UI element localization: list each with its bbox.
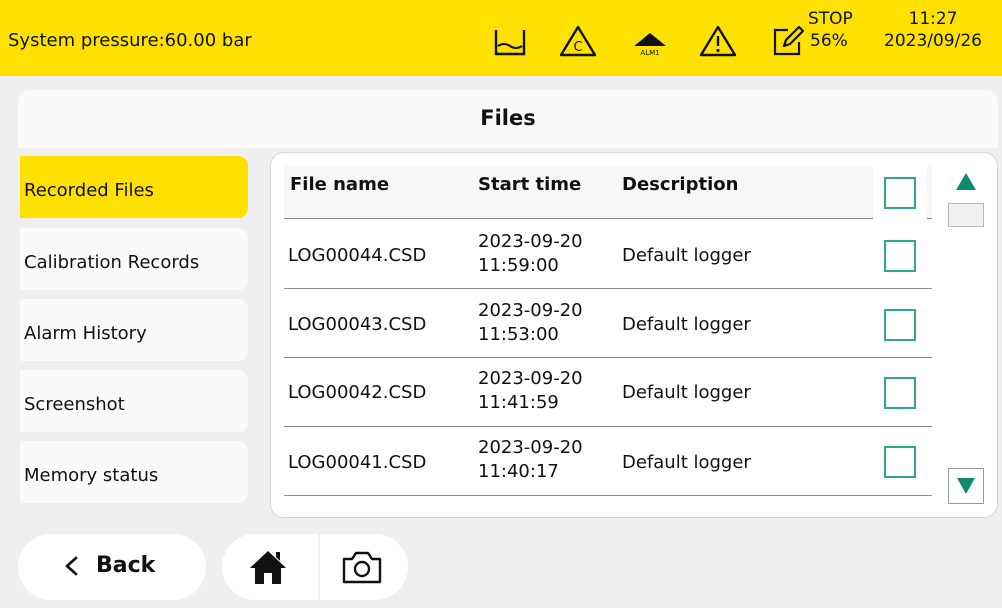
column-header-start-time[interactable]: Start time [478,174,581,195]
table-row-description: Default logger [622,382,751,403]
table-row-start-date: 2023-09-20 [478,368,583,389]
alarm-mountain-icon[interactable]: ALM1 [628,24,672,58]
table-row-file-name[interactable]: LOG00041.CSD [288,452,426,473]
home-button[interactable] [222,534,318,600]
alarm-icon-label: ALM1 [640,49,659,57]
select-all-checkbox[interactable] [884,177,916,209]
table-row-start-date: 2023-09-20 [478,437,583,458]
scroll-up-button[interactable] [948,160,984,196]
table-row-start-time: 11:59:00 [478,255,559,276]
table-row-file-name[interactable]: LOG00043.CSD [288,314,426,335]
scrollbar-thumb[interactable] [948,203,984,227]
tank-icon[interactable] [492,24,532,58]
clock: 11:27 2023/09/26 [868,8,998,52]
triangle-up-icon [956,173,976,190]
title-panel: Files [18,90,998,148]
row-checkbox[interactable] [884,446,916,478]
row-divider [284,288,932,289]
back-button[interactable]: Back [18,534,206,600]
row-divider [284,357,932,358]
table-row-file-name[interactable]: LOG00044.CSD [288,245,426,266]
row-checkbox[interactable] [884,309,916,341]
column-header-file-name[interactable]: File name [290,174,389,195]
sidebar-item-label: Screenshot [24,393,125,415]
row-divider [284,426,932,427]
calibration-icon[interactable]: C [558,24,598,58]
sidebar-item-calibration-records[interactable]: Calibration Records [20,228,248,290]
chevron-left-icon [65,556,78,576]
clock-date: 2023/09/26 [884,31,982,51]
back-button-label: Back [96,553,156,578]
sidebar-item-recorded-files[interactable]: Recorded Files [20,156,248,218]
clock-time: 11:27 [908,9,958,29]
table-row-start-time: 11:53:00 [478,324,559,345]
sidebar-item-label: Alarm History [24,322,147,344]
status-bar: System pressure:60.00 bar C ALM1 STOP 56… [0,0,1002,76]
edit-icon[interactable] [768,24,808,58]
row-checkbox[interactable] [884,240,916,272]
system-pressure-readout: System pressure:60.00 bar [8,30,252,51]
row-divider [284,495,932,496]
table-row-start-time: 11:40:17 [478,461,559,482]
home-icon [250,551,286,584]
camera-icon [342,551,382,584]
table-row-file-name[interactable]: LOG00042.CSD [288,382,426,403]
table-row-start-date: 2023-09-20 [478,231,583,252]
column-header-description[interactable]: Description [622,174,738,195]
table-row-start-date: 2023-09-20 [478,300,583,321]
stop-percent: 56% [810,31,848,51]
page-title: Files [480,106,536,130]
row-checkbox[interactable] [884,377,916,409]
sidebar-item-memory-status[interactable]: Memory status [20,441,248,503]
table-row-description: Default logger [622,245,751,266]
sidebar-item-alarm-history[interactable]: Alarm History [20,299,248,361]
stop-label: STOP [808,9,853,29]
triangle-down-icon [957,478,975,494]
calibration-icon-label: C [573,40,582,55]
sidebar-item-label: Memory status [24,464,159,486]
stop-status: STOP 56% [808,8,853,52]
sidebar-item-label: Calibration Records [24,251,200,273]
sidebar-item-screenshot[interactable]: Screenshot [20,370,248,432]
warning-icon[interactable] [698,24,738,58]
table-row-start-time: 11:41:59 [478,392,559,413]
table-row-description: Default logger [622,314,751,335]
scroll-down-button[interactable] [948,468,984,504]
screenshot-button[interactable] [320,534,408,600]
sidebar-item-label: Recorded Files [24,179,154,201]
table-row-description: Default logger [622,452,751,473]
